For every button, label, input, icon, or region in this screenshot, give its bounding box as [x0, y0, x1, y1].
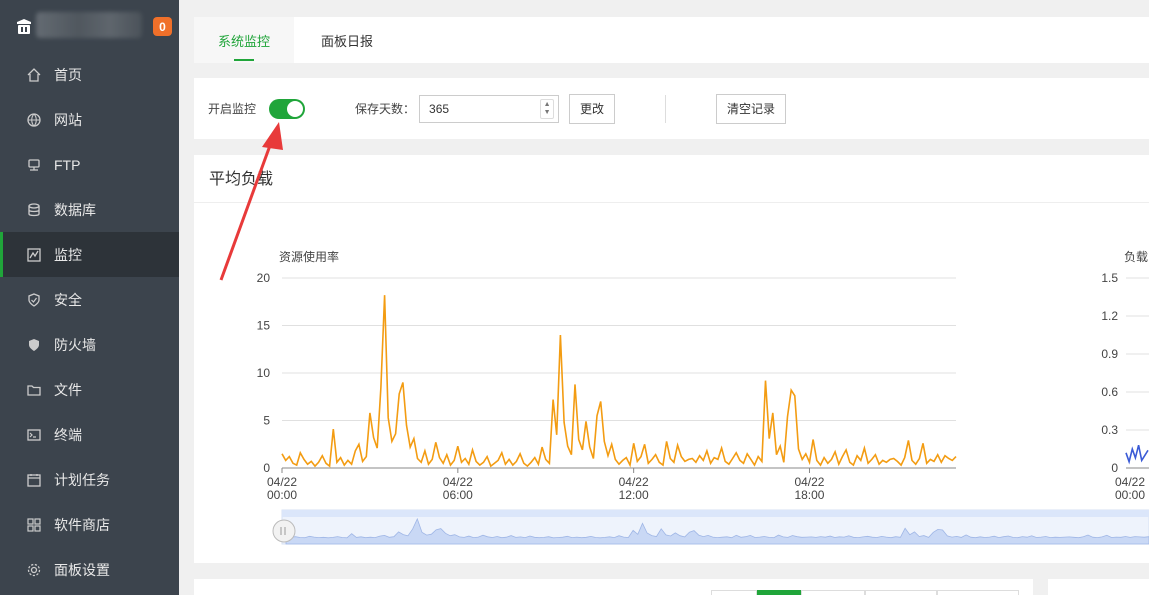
y-tick-label-2: 0.6 [1101, 385, 1118, 399]
database-icon [26, 202, 42, 218]
x-tick-label-time-2: 00:00 [1115, 488, 1145, 502]
monitor-controls: 开启监控 保存天数： ▲▼ 更改 清空记录 [194, 78, 1149, 139]
server-ip-blurred [36, 12, 142, 38]
sidebar-item-0[interactable]: 首页 [0, 52, 179, 97]
home-icon [26, 67, 42, 83]
y-tick-label: 5 [263, 414, 270, 428]
divider [665, 94, 667, 123]
y-tick-label-2: 1.2 [1101, 309, 1118, 323]
y-tick-label-2: 0.9 [1101, 347, 1118, 361]
sidebar-item-2[interactable]: FTP [0, 142, 179, 187]
sidebar-item-9[interactable]: 计划任务 [0, 457, 179, 502]
y-tick-label-2: 1.5 [1101, 271, 1118, 285]
clock-icon [26, 472, 42, 488]
segment-button[interactable] [937, 590, 1019, 595]
segment-button[interactable] [865, 590, 937, 595]
sidebar-item-5[interactable]: 安全 [0, 277, 179, 322]
save-days-label: 保存天数： [355, 102, 416, 116]
sidebar-item-3[interactable]: 数据库 [0, 187, 179, 232]
panel-title: 平均负载 [194, 155, 1149, 203]
chart-grid [282, 277, 956, 469]
sidebar-item-label: 网站 [54, 111, 82, 128]
y-tick-label: 10 [257, 366, 271, 380]
datazoom-selected-bar [282, 510, 1149, 517]
x-tick-label-date: 04/22 [794, 475, 824, 489]
sidebar-item-label: 终端 [54, 426, 82, 443]
save-days-field: ▲▼ [419, 94, 560, 123]
save-days-input[interactable] [420, 95, 531, 122]
y-axis-ticks: 0 5 10 15 20 [257, 271, 271, 475]
segment-button[interactable] [711, 590, 757, 595]
bottom-card-left [194, 579, 1033, 595]
sidebar-item-label: 首页 [54, 66, 82, 83]
monitor-icon [26, 247, 42, 263]
monitor-toggle-label: 开启监控 [208, 102, 257, 116]
x-tick-label-time: 00:00 [267, 488, 297, 502]
resource-usage-series [281, 295, 957, 468]
sidebar-item-label: 安全 [54, 291, 82, 308]
gear-icon [26, 562, 42, 578]
y-tick-label-2: 0 [1111, 461, 1118, 475]
ftp-icon [26, 157, 42, 173]
grid-icon [26, 517, 42, 533]
y-tick-label: 20 [257, 271, 271, 285]
panel-logo-icon [17, 19, 31, 34]
chart-title-load: 负载 [1124, 250, 1148, 264]
globe-icon [26, 112, 42, 128]
toggle-knob [287, 100, 304, 117]
tab-system-monitor[interactable]: 系统监控 [194, 17, 294, 63]
x-tick-label-date: 04/22 [443, 475, 473, 489]
shield-icon [26, 292, 42, 308]
tab-bar: 系统监控 面板日报 [194, 17, 1149, 63]
segment-button[interactable] [801, 590, 865, 595]
sidebar-item-label: FTP [54, 156, 81, 173]
sidebar-item-10[interactable]: 软件商店 [0, 502, 179, 547]
average-load-panel: 平均负载 资源使用率 0 5 10 15 20 04/22 00:00 04/22 06:00… [194, 155, 1149, 563]
x-axis-ticks: 04/2200:0004/2206:0004/2212:0004/2218:00 [267, 468, 825, 502]
sidebar-item-label: 文件 [54, 381, 82, 398]
sidebar-item-label: 防火墙 [54, 336, 96, 353]
clear-records-button[interactable]: 清空记录 [716, 93, 787, 124]
firewall-icon [26, 337, 42, 353]
sidebar-item-7[interactable]: 文件 [0, 367, 179, 412]
sidebar-item-4[interactable]: 监控 [0, 232, 179, 277]
chart-title-resource-usage: 资源使用率 [279, 249, 339, 264]
tab-panel-daily-report[interactable]: 面板日报 [300, 17, 394, 63]
sidebar: 0 首页网站 FTP 数据库监控安全防火墙文件终端计划任务软件商店面板设置 [0, 0, 179, 595]
sidebar-item-label: 计划任务 [54, 471, 110, 488]
notification-badge[interactable]: 0 [153, 17, 172, 36]
sidebar-item-label: 软件商店 [54, 516, 110, 533]
monitor-toggle[interactable] [269, 98, 306, 119]
x-tick-label-date: 04/22 [619, 475, 649, 489]
terminal-icon [26, 427, 42, 443]
sidebar-item-label: 面板设置 [54, 561, 110, 578]
x-tick-label-time: 12:00 [619, 488, 649, 502]
bottom-card-right [1048, 579, 1149, 595]
x-tick-label-date: 04/22 [267, 475, 297, 489]
folder-icon [26, 382, 42, 398]
load-series [1125, 445, 1149, 465]
sidebar-item-6[interactable]: 防火墙 [0, 322, 179, 367]
sidebar-item-8[interactable]: 终端 [0, 412, 179, 457]
number-spinner-icon[interactable]: ▲ ▼ [540, 98, 555, 119]
sidebar-item-label: 数据库 [54, 201, 96, 218]
sidebar-item-label: 监控 [54, 246, 82, 263]
change-days-button[interactable]: 更改 [569, 93, 616, 124]
segment-button-active[interactable] [757, 590, 801, 595]
x-tick-label-date-2: 04/22 [1115, 475, 1145, 489]
sidebar-header: 0 [0, 0, 179, 52]
sidebar-menu: 首页网站 FTP 数据库监控安全防火墙文件终端计划任务软件商店面板设置 [0, 52, 179, 592]
sidebar-item-1[interactable]: 网站 [0, 97, 179, 142]
x-tick-label-time: 06:00 [443, 488, 473, 502]
x-tick-label-time: 18:00 [794, 488, 824, 502]
sidebar-item-11[interactable]: 面板设置 [0, 547, 179, 592]
charts-area: 资源使用率 05101520 04/2200:0004/2206:0004/22… [257, 249, 1149, 545]
datazoom-left-handle[interactable] [272, 519, 296, 543]
y-tick-label-2: 0.3 [1101, 423, 1118, 437]
x-axis-ticks-2: 04/2200:00 [1115, 475, 1145, 502]
y-tick-label: 15 [257, 319, 271, 333]
chart-grid-2 [1126, 277, 1149, 469]
y-tick-label: 0 [263, 461, 270, 475]
y-axis-ticks-2: 0 0.3 0.6 0.9 1.2 1.5 [1101, 271, 1118, 475]
